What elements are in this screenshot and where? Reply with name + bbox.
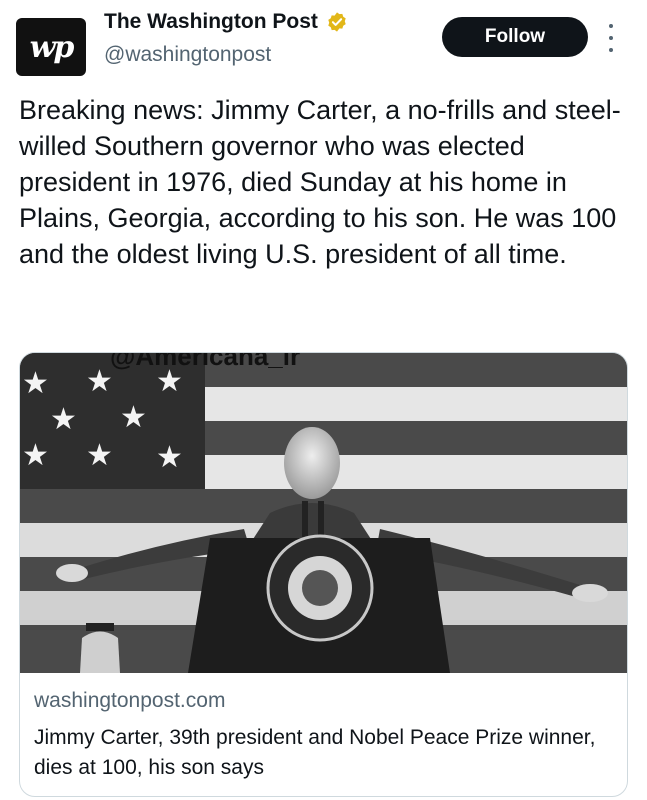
tweet-text: Breaking news: Jimmy Carter, a no-frills…	[19, 95, 621, 269]
verified-badge-icon	[328, 12, 346, 32]
svg-text:★: ★	[86, 364, 113, 399]
svg-text:★: ★	[156, 440, 183, 475]
svg-text:★: ★	[50, 402, 77, 437]
account-name-text: The Washington Post	[104, 10, 318, 33]
account-name[interactable]: The Washington Post	[104, 10, 348, 34]
article-photo: ★ ★ ★ ★ ★ ★ ★ ★ @Americana_ir	[20, 353, 627, 673]
svg-text:★: ★	[86, 438, 113, 473]
follow-button[interactable]: Follow	[442, 17, 588, 57]
account-avatar[interactable]: wp	[16, 18, 86, 76]
svg-text:★: ★	[120, 400, 147, 435]
more-options-icon[interactable]	[605, 24, 617, 52]
avatar-logo: wp	[29, 29, 75, 65]
svg-text:★: ★	[22, 366, 49, 401]
link-headline[interactable]: Jimmy Carter, 39th president and Nobel P…	[34, 723, 614, 783]
link-domain[interactable]: washingtonpost.com	[34, 689, 225, 713]
account-handle[interactable]: @washingtonpost	[104, 43, 271, 67]
link-card[interactable]: ★ ★ ★ ★ ★ ★ ★ ★ @Americana_ir washingtonpost.…	[19, 352, 628, 797]
svg-text:★: ★	[22, 438, 49, 473]
watermark: @Americana_ir	[110, 353, 300, 371]
